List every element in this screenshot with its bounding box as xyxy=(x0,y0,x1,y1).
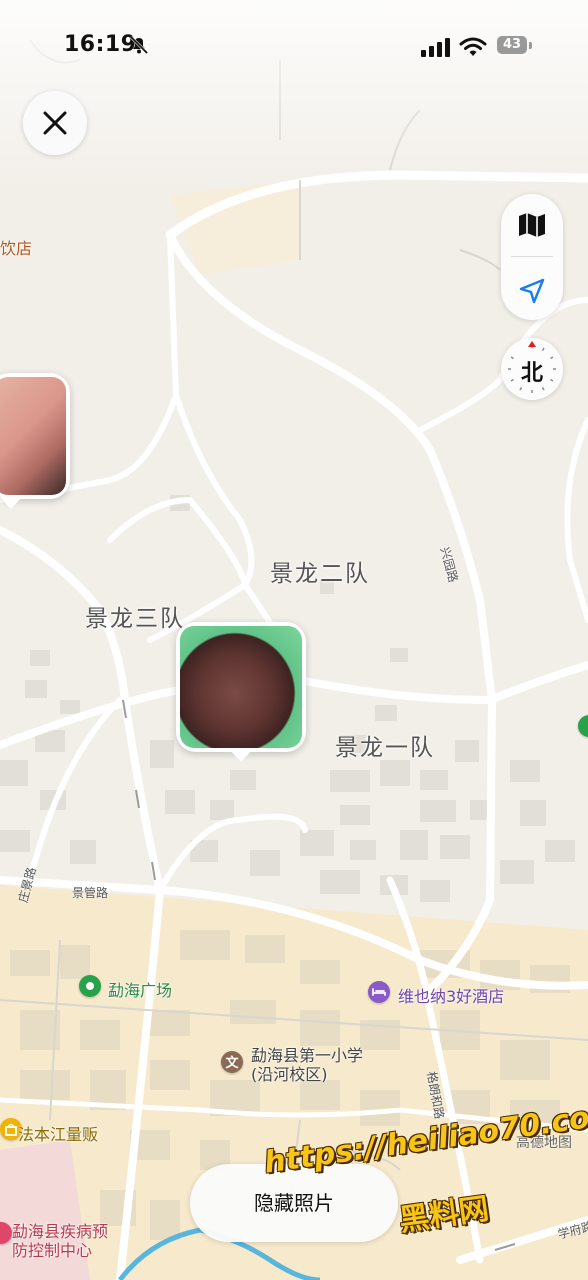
close-icon xyxy=(43,111,67,135)
photo-thumbnail-center xyxy=(180,626,302,748)
location-arrow-icon[interactable] xyxy=(518,277,546,305)
battery-tip xyxy=(529,42,532,49)
poi-cdc-line1: 勐海县疾病预 xyxy=(12,1222,109,1241)
plaza-marker-icon[interactable] xyxy=(79,975,101,997)
bell-slash-icon xyxy=(129,35,149,55)
battery-icon: 43 xyxy=(497,36,527,54)
school-icon[interactable]: 文 xyxy=(221,1051,243,1073)
area-label-jinglong-1: 景龙一队 xyxy=(335,735,435,761)
close-button[interactable] xyxy=(23,91,87,155)
photo-thumbnail-left xyxy=(0,377,66,495)
poi-school-campus: (沿河校区) xyxy=(251,1065,328,1084)
area-label-jinglong-2: 景龙二队 xyxy=(270,561,370,587)
compass-north-label: 北 xyxy=(520,361,543,386)
poi-plaza-label[interactable]: 勐海广场 xyxy=(108,977,172,1001)
photo-pin-left[interactable] xyxy=(0,373,70,509)
poi-cdc-line2: 防控制中心 xyxy=(12,1241,93,1260)
battery-level: 43 xyxy=(502,37,522,52)
compass-button[interactable]: 北 xyxy=(501,338,563,400)
compass-north-marker xyxy=(528,341,536,347)
map-controls xyxy=(501,194,563,320)
wifi-icon xyxy=(459,37,487,56)
hotel-bed-icon[interactable] xyxy=(368,981,390,1003)
road-label-jingguan: 景管路 xyxy=(72,886,109,900)
poi-school-label[interactable]: 勐海县第一小学 (沿河校区) xyxy=(251,1046,363,1084)
status-bar: 16:19 43 xyxy=(0,30,588,66)
controls-divider xyxy=(511,256,553,257)
signal-icon xyxy=(421,38,450,57)
poi-cdc-label[interactable]: 勐海县疾病预 防控制中心 xyxy=(12,1222,108,1260)
photo-pin-center[interactable] xyxy=(176,622,306,762)
poi-school-name: 勐海县第一小学 xyxy=(251,1046,364,1065)
map-icon[interactable] xyxy=(517,212,547,238)
poi-restaurant-label[interactable]: 饮店 xyxy=(0,235,32,259)
area-label-jinglong-3: 景龙三队 xyxy=(85,606,185,632)
poi-hotel-label[interactable]: 维也纳3好酒店 xyxy=(398,983,504,1007)
status-time: 16:19 xyxy=(64,32,137,57)
poi-shop-label[interactable]: 法本江量贩 xyxy=(18,1121,98,1145)
